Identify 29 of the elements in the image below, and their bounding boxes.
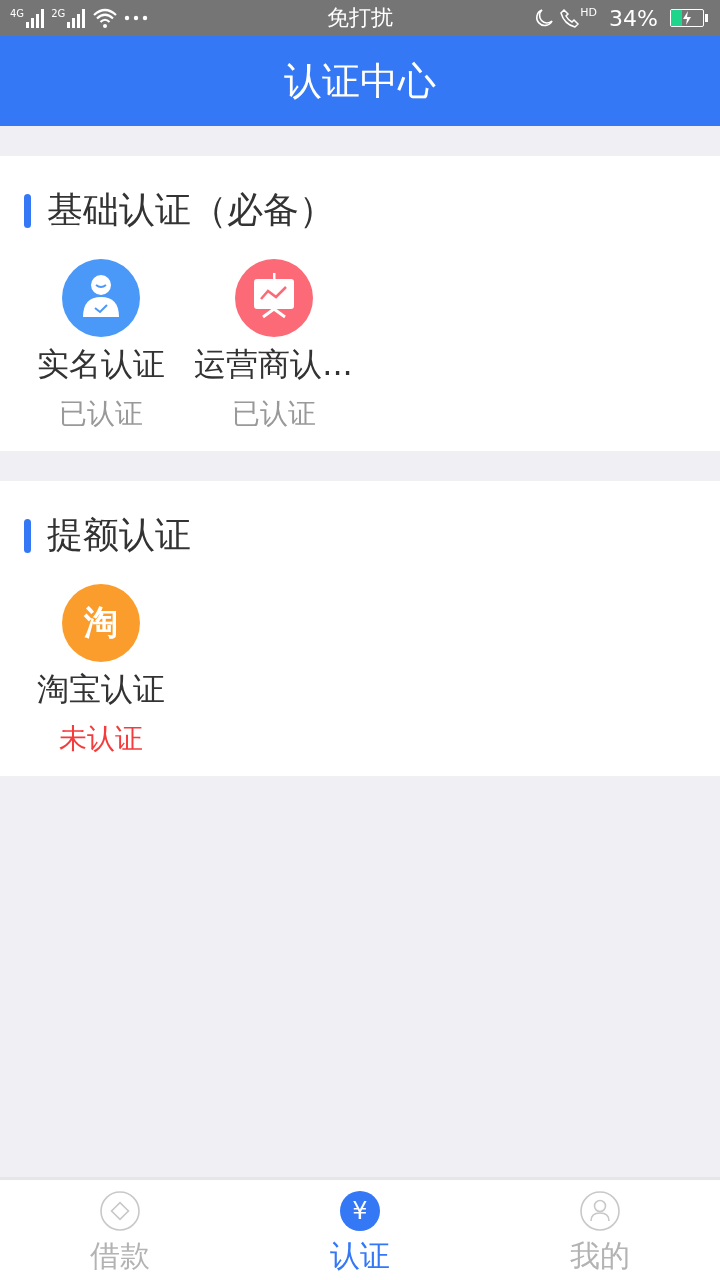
tab[interactable]: ¥ 认证 xyxy=(240,1180,480,1280)
accent-bar xyxy=(24,193,31,228)
signal-icon xyxy=(25,8,46,28)
status-text: 免打扰 xyxy=(327,4,393,32)
wifi-icon xyxy=(92,7,119,29)
item-status: 已认证 xyxy=(231,396,316,432)
page-title: 认证中心 xyxy=(284,57,436,105)
item-name: 实名认证 xyxy=(36,344,165,385)
signal-icon xyxy=(66,8,87,28)
section-title: 提额认证 xyxy=(47,513,191,557)
section-title: 基础认证（必备） xyxy=(47,188,335,232)
network-label: 2G xyxy=(51,8,66,19)
coin-icon: ¥ xyxy=(340,1191,380,1231)
hd-label: HD xyxy=(580,5,598,19)
verification-item[interactable]: 运营商认... 已认证 xyxy=(187,259,360,433)
battery-percent: 34% xyxy=(609,5,658,31)
verification-item[interactable]: 淘 淘宝认证 未认证 xyxy=(14,584,187,758)
item-status: 未认证 xyxy=(58,721,143,757)
item-name: 淘宝认证 xyxy=(36,669,165,710)
icon-glyph: 淘 xyxy=(83,601,118,644)
phone-icon xyxy=(560,8,581,28)
accent-bar xyxy=(24,518,31,553)
profile-icon xyxy=(579,1190,621,1232)
item-name: 运营商认... xyxy=(194,344,353,385)
verification-item[interactable]: 实名认证 已认证 xyxy=(14,259,187,433)
network-label: 4G xyxy=(10,8,25,19)
more-icon xyxy=(124,15,149,21)
item-status: 已认证 xyxy=(58,396,143,432)
moon-icon xyxy=(534,8,555,28)
